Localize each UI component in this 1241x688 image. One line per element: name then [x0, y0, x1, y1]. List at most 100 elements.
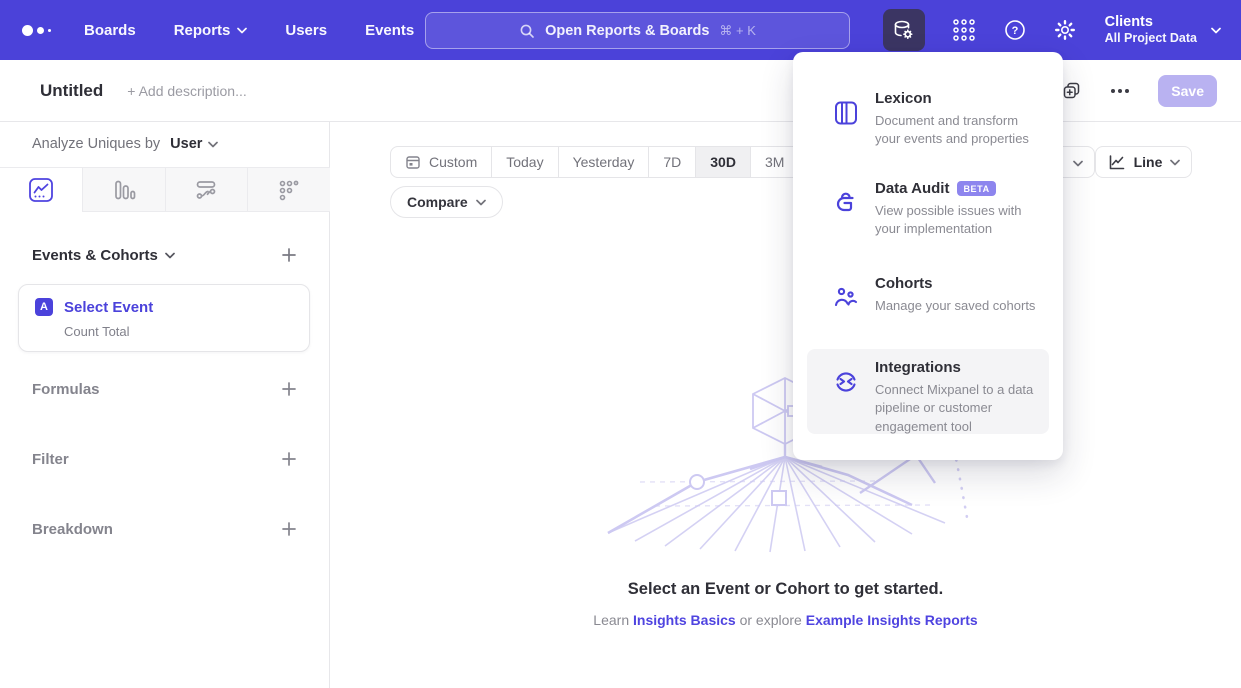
tab-flows-chart[interactable]	[165, 168, 248, 212]
date-range-7d[interactable]: 7D	[648, 147, 695, 177]
nav-reports[interactable]: Reports	[174, 22, 248, 39]
compare-label: Compare	[407, 194, 468, 210]
ellipsis-icon	[1110, 88, 1130, 94]
help-icon: ?	[1003, 18, 1027, 42]
range-label: Today	[506, 154, 543, 170]
chart-type-dropdown[interactable]: Line	[1095, 146, 1192, 178]
chart-type-tabs	[0, 167, 330, 212]
project-switcher[interactable]: Clients All Project Data	[1105, 13, 1197, 47]
menu-item-cohorts[interactable]: Cohorts Manage your saved cohorts	[807, 265, 1049, 325]
menu-item-title: Lexicon	[875, 90, 932, 107]
insights-basics-link[interactable]: Insights Basics	[633, 612, 736, 628]
apps-grid-icon	[951, 17, 977, 43]
nav-events[interactable]: Events	[365, 22, 414, 39]
range-label: 30D	[710, 154, 736, 170]
plus-icon	[281, 247, 297, 263]
settings-button[interactable]	[1053, 18, 1077, 42]
nav-events-label: Events	[365, 22, 414, 39]
add-event-button[interactable]	[281, 247, 297, 263]
analyze-prefix: Analyze Uniques by	[32, 136, 160, 152]
save-button[interactable]: Save	[1158, 75, 1217, 107]
breakdown-section: Breakdown	[32, 514, 297, 544]
analyze-uniques-dropdown[interactable]: Analyze Uniques by User	[32, 122, 218, 166]
flows-icon	[194, 178, 218, 202]
data-management-button[interactable]	[883, 9, 925, 51]
formulas-label: Formulas	[32, 381, 100, 398]
chevron-down-icon	[1211, 27, 1221, 34]
bar-chart-icon	[112, 178, 136, 202]
database-gear-icon	[892, 19, 915, 42]
beta-badge: BETA	[957, 181, 995, 196]
nav-reports-label: Reports	[174, 22, 231, 39]
nav-boards[interactable]: Boards	[84, 22, 136, 39]
svg-text:?: ?	[1011, 25, 1018, 37]
event-aggregation[interactable]: Count Total	[64, 324, 293, 339]
duplicate-icon	[1061, 80, 1082, 101]
search-placeholder: Open Reports & Boards	[545, 23, 709, 39]
apps-grid-button[interactable]	[951, 17, 977, 43]
menu-item-title: Integrations	[875, 359, 961, 376]
chevron-down-icon	[1073, 160, 1083, 167]
menu-item-data-audit[interactable]: Data Audit BETA View possible issues wit…	[807, 170, 1049, 249]
chevron-down-icon	[1170, 159, 1180, 166]
date-range-yesterday[interactable]: Yesterday	[558, 147, 649, 177]
tab-bar-chart[interactable]	[82, 168, 165, 212]
event-letter-badge: A	[35, 298, 53, 316]
events-cohorts-label[interactable]: Events & Cohorts	[32, 247, 158, 264]
menu-item-integrations[interactable]: Integrations Connect Mixpanel to a data …	[807, 349, 1049, 434]
chevron-down-icon	[237, 27, 247, 34]
integrations-icon	[833, 369, 859, 395]
example-reports-link[interactable]: Example Insights Reports	[806, 612, 978, 628]
menu-item-description: Document and transform your events and p…	[875, 112, 1041, 149]
menu-item-description: Manage your saved cohorts	[875, 297, 1035, 315]
query-builder-sidebar: Analyze Uniques by User	[0, 122, 330, 688]
add-description-field[interactable]: + Add description...	[127, 83, 246, 99]
topbar-actions: ? Clients All Project Data	[883, 0, 1241, 60]
add-filter-button[interactable]	[281, 451, 297, 467]
analyze-value: User	[170, 136, 202, 152]
menu-item-title: Data Audit	[875, 180, 949, 197]
tab-retention-chart[interactable]	[247, 168, 330, 212]
mixpanel-logo[interactable]	[22, 25, 56, 36]
global-search-input[interactable]: Open Reports & Boards ⌘ + K	[425, 12, 850, 49]
add-breakdown-button[interactable]	[281, 521, 297, 537]
menu-item-lexicon[interactable]: Lexicon Document and transform your even…	[807, 80, 1049, 159]
dots-triangle-icon	[277, 178, 301, 202]
main-nav: Boards Reports Users Events	[84, 22, 414, 39]
add-formula-button[interactable]	[281, 381, 297, 397]
project-scope: All Project Data	[1105, 31, 1197, 47]
nav-users[interactable]: Users	[285, 22, 327, 39]
tab-line-chart[interactable]	[0, 168, 82, 212]
filter-section: Filter	[32, 444, 297, 474]
plus-icon	[281, 451, 297, 467]
search-icon	[519, 23, 535, 39]
range-label: 7D	[663, 154, 681, 170]
search-shortcut-hint: ⌘ + K	[719, 23, 756, 39]
calendar-icon	[405, 154, 421, 170]
formulas-section: Formulas	[32, 374, 297, 404]
line-chart-icon	[28, 177, 54, 203]
explore-text: or explore	[736, 612, 806, 628]
chevron-down-icon	[208, 141, 218, 148]
date-range-custom[interactable]: Custom	[391, 147, 491, 177]
data-management-menu: Lexicon Document and transform your even…	[793, 52, 1063, 460]
help-button[interactable]: ?	[1003, 18, 1027, 42]
event-card[interactable]: A Select Event Count Total	[18, 284, 310, 352]
report-title[interactable]: Untitled	[40, 81, 103, 101]
chevron-down-icon	[165, 252, 175, 259]
plus-icon	[281, 521, 297, 537]
compare-button[interactable]: Compare	[390, 186, 503, 218]
date-range-3m[interactable]: 3M	[750, 147, 798, 177]
date-range-control: Custom Today Yesterday 7D 30D 3M 6M	[390, 146, 848, 178]
plus-icon	[281, 381, 297, 397]
breakdown-label: Breakdown	[32, 521, 113, 538]
cohorts-icon	[833, 285, 859, 311]
more-options-button[interactable]	[1110, 88, 1130, 94]
chevron-down-icon	[476, 199, 486, 206]
menu-item-title: Cohorts	[875, 275, 933, 292]
date-range-today[interactable]: Today	[491, 147, 557, 177]
select-event-button[interactable]: Select Event	[64, 299, 153, 316]
duplicate-report-button[interactable]	[1061, 80, 1082, 101]
events-cohorts-header: Events & Cohorts	[32, 240, 297, 270]
date-range-30d[interactable]: 30D	[695, 147, 750, 177]
